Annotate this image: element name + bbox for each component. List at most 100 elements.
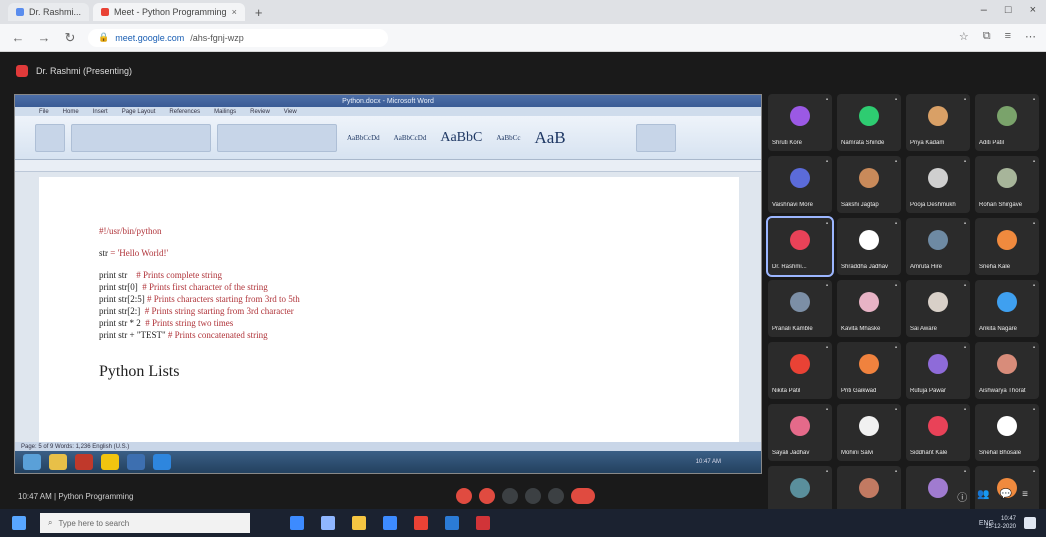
taskbar-app-icon[interactable] <box>445 516 459 530</box>
participant-tile[interactable]: ▪ Siddhant Kale <box>906 404 970 461</box>
mic-status-icon: ▪ <box>963 345 966 351</box>
new-tab-button[interactable]: + <box>249 5 269 20</box>
taskbar-app-icon[interactable] <box>290 516 304 530</box>
participant-tile[interactable]: ▪ Nikita Patil <box>768 342 832 399</box>
participant-name: Siddhant Kale <box>910 450 948 456</box>
participant-tile[interactable]: ▪ Rutuja Pawar <box>906 342 970 399</box>
participant-tile[interactable]: ▪ Aditi Patil <box>975 94 1039 151</box>
participant-tile[interactable]: ▪ Ankita Nagare <box>975 280 1039 337</box>
browser-tab-1[interactable]: Meet - Python Programming × <box>93 3 245 21</box>
participant-tile[interactable]: ▪ Sakshi Jagtap <box>837 156 901 213</box>
minimize-button[interactable]: – <box>981 4 987 16</box>
more-icon[interactable]: ⋯ <box>1025 30 1036 43</box>
avatar <box>997 292 1017 312</box>
mic-status-icon: ▪ <box>894 97 897 103</box>
taskbar-app-icon[interactable] <box>383 516 397 530</box>
activities-icon[interactable]: ≡ <box>1022 489 1028 504</box>
participant-tile[interactable]: ▪ Mohini Salvi <box>837 404 901 461</box>
style-nospacing: AaBbCcDd <box>393 133 427 142</box>
font-group <box>71 123 211 152</box>
participant-tile[interactable]: ▪ Priti Gaikwad <box>837 342 901 399</box>
camera-off-button[interactable] <box>479 488 495 504</box>
taskbar-app-icon[interactable] <box>321 516 335 530</box>
participant-tile[interactable]: ▪ Sai Aware <box>906 280 970 337</box>
shared-app-icon <box>153 454 171 470</box>
participant-tile[interactable]: ▪ Pranali Kamble <box>768 280 832 337</box>
participant-name: Sakshi Jagtap <box>841 202 879 208</box>
reload-button[interactable]: ↻ <box>62 30 78 46</box>
mic-status-icon: ▪ <box>1032 407 1035 413</box>
participant-tile[interactable]: ▪ Namrata Shinde <box>837 94 901 151</box>
taskbar-app-icon[interactable] <box>352 516 366 530</box>
mic-status-icon: ▪ <box>1032 97 1035 103</box>
avatar <box>997 416 1017 436</box>
collections-icon[interactable]: ⧉ <box>983 30 991 43</box>
tab-favicon-icon <box>16 8 24 16</box>
participant-tile[interactable]: ▪ Kavita Mhaske <box>837 280 901 337</box>
maximize-button[interactable]: □ <box>1005 4 1012 16</box>
ribbon-tab: Mailings <box>214 108 237 115</box>
clipboard-group <box>35 123 65 152</box>
mic-status-icon: ▪ <box>1032 283 1035 289</box>
avatar <box>790 106 810 126</box>
participant-tile[interactable]: ▪ Vaishnavi More <box>768 156 832 213</box>
avatar <box>997 230 1017 250</box>
ribbon-tab: View <box>283 108 297 115</box>
participant-name: Shruti Kore <box>772 140 803 146</box>
notification-icon[interactable] <box>1024 517 1036 529</box>
taskbar-app-icon[interactable] <box>476 516 490 530</box>
participant-tile[interactable]: ▪ Sayali Jadhav <box>768 404 832 461</box>
participant-name: Snehal Bhosale <box>979 450 1022 456</box>
tab-close-icon[interactable]: × <box>232 7 237 17</box>
people-icon[interactable]: 👥 <box>977 489 989 504</box>
mic-status-icon: ▪ <box>1032 345 1035 351</box>
search-placeholder: Type here to search <box>58 518 130 528</box>
taskbar-clock[interactable]: 10:47 15-12-2020 <box>985 515 1016 531</box>
participant-name: Priya Kadam <box>910 140 945 146</box>
browser-toolbar: ← → ↻ 🔒 meet.google.com /ahs-fgnj-wzp ☆ … <box>0 24 1046 52</box>
participant-name: Amruta Hire <box>910 264 943 270</box>
style-title: AaB <box>534 127 566 147</box>
address-bar[interactable]: 🔒 meet.google.com /ahs-fgnj-wzp <box>88 28 388 47</box>
participant-name: Aditi Patil <box>979 140 1005 146</box>
browser-tab-0[interactable]: Dr. Rashmi... <box>8 3 90 21</box>
participant-tile[interactable]: ▪ Rohan Shirgave <box>975 156 1039 213</box>
captions-button[interactable] <box>502 488 518 504</box>
present-button[interactable] <box>525 488 541 504</box>
chat-icon[interactable]: 💬 <box>1000 489 1012 504</box>
more-options-button[interactable] <box>548 488 564 504</box>
presenting-icon <box>16 65 28 77</box>
participant-tile[interactable]: ▪ Dr. Rashmi... <box>766 216 834 277</box>
word-ribbon: AaBbCcDd AaBbCcDd AaBbC AaBbCc AaB <box>15 116 761 160</box>
participant-tile[interactable]: ▪ Pooja Deshmukh <box>906 156 970 213</box>
info-icon[interactable]: ⓘ <box>957 489 967 504</box>
avatar <box>859 292 879 312</box>
participant-tile[interactable]: ▪ Shruti Kore <box>768 94 832 151</box>
lock-icon: 🔒 <box>98 32 110 42</box>
windows-start-icon[interactable] <box>12 516 26 530</box>
participant-name: Pooja Deshmukh <box>910 202 956 208</box>
participant-tile[interactable]: ▪ Aishwarya Thorat <box>975 342 1039 399</box>
search-icon: ⌕ <box>48 518 53 527</box>
avatar <box>928 106 948 126</box>
participant-tile[interactable]: ▪ Priya Kadam <box>906 94 970 151</box>
leave-call-button[interactable] <box>571 488 595 504</box>
participant-tile[interactable]: ▪ Snehal Bhosale <box>975 404 1039 461</box>
participant-name: Sayali Jadhav <box>772 450 810 456</box>
forward-button[interactable]: → <box>36 30 52 45</box>
close-window-button[interactable]: × <box>1030 4 1036 16</box>
shared-app-icon <box>75 454 93 470</box>
back-button[interactable]: ← <box>10 30 26 45</box>
participant-tile[interactable]: ▪ Sneha Kale <box>975 218 1039 275</box>
tab-label: Dr. Rashmi... <box>29 7 82 17</box>
taskbar-app-icon[interactable] <box>414 516 428 530</box>
participant-tile[interactable]: ▪ Shraddha Jadhav <box>837 218 901 275</box>
taskbar-search[interactable]: ⌕ Type here to search <box>40 513 250 533</box>
mic-off-button[interactable] <box>456 488 472 504</box>
participant-name: Rutuja Pawar <box>910 388 947 394</box>
participant-name: Namrata Shinde <box>841 140 885 146</box>
menu-icon[interactable]: ≡ <box>1005 30 1011 43</box>
participant-tile[interactable]: ▪ Amruta Hire <box>906 218 970 275</box>
style-heading1: AaBbC <box>440 129 483 145</box>
favorite-icon[interactable]: ☆ <box>959 30 969 43</box>
